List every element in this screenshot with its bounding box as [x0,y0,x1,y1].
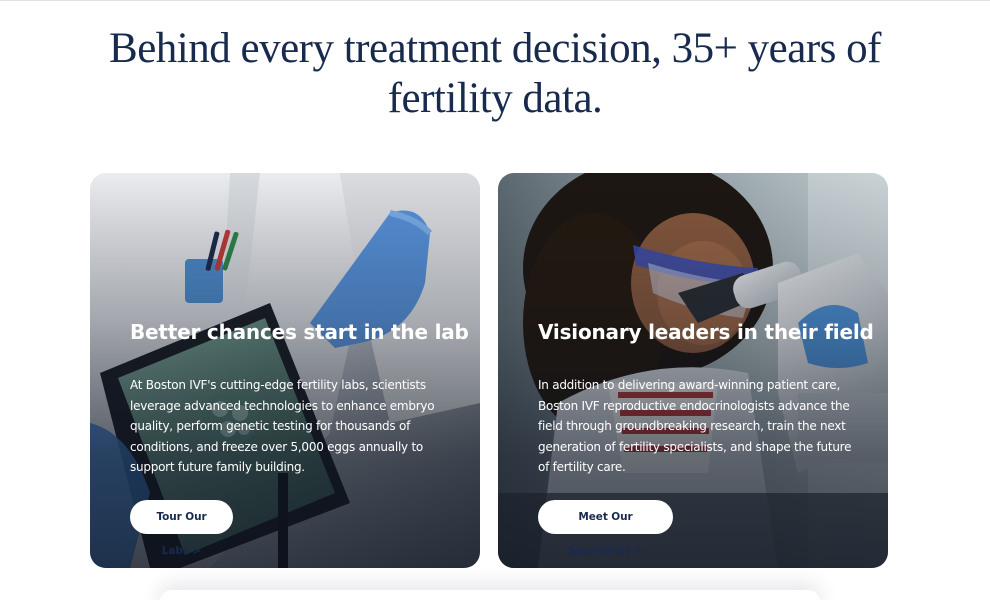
section-headline: Behind every treatment decision, 35+ yea… [95,24,895,124]
lab-card: Better chances start in the lab At Bosto… [90,173,480,568]
tour-labs-button[interactable]: Tour Our Labs > [130,500,233,557]
top-divider [0,0,990,1]
lab-card-description: At Boston IVF's cutting-edge fertility l… [130,378,435,474]
headline-line-2: fertility data. [387,75,603,122]
next-section-panel [160,590,820,600]
leaders-card-title: Visionary leaders in their field [538,320,874,344]
meet-specialists-button[interactable]: Meet Our Specialists > [538,500,673,557]
headline-line-1: Behind every treatment decision, 35+ yea… [109,25,881,72]
page: Behind every treatment decision, 35+ yea… [0,0,990,600]
leaders-card: Visionary leaders in their field In addi… [498,173,888,568]
leaders-card-description: In addition to delivering award-winning … [538,378,852,474]
lab-card-title: Better chances start in the lab [130,320,469,344]
